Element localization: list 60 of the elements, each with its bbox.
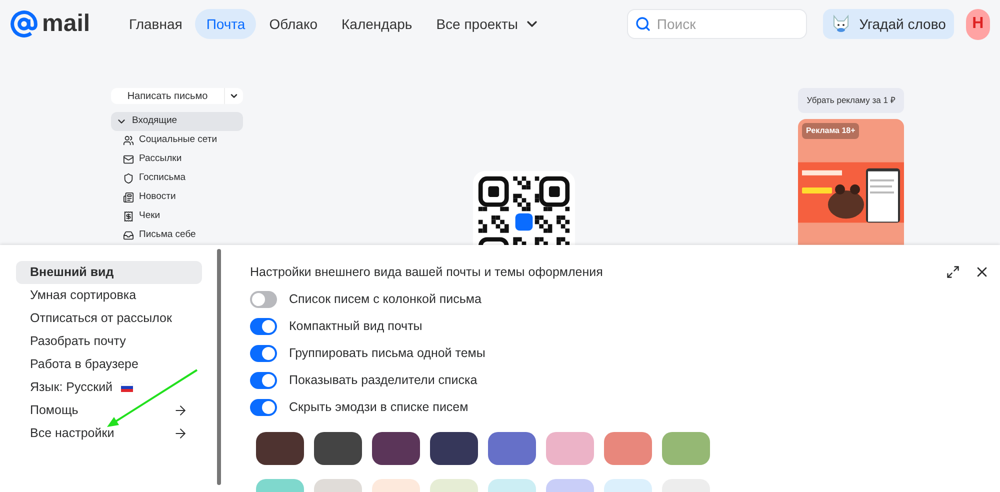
theme-swatch[interactable] — [604, 432, 652, 465]
nav-tab[interactable]: Почта — [195, 9, 256, 39]
toggle-label: Показывать разделители списка — [289, 372, 478, 390]
logo-text: mail — [42, 12, 90, 36]
toggle-label: Скрыть эмодзи в списке писем — [289, 399, 468, 416]
newsletters-folder-icon — [123, 154, 134, 165]
toggle-switch[interactable] — [250, 291, 277, 308]
settings-nav-item[interactable]: Все настройки — [16, 422, 202, 445]
folder-item[interactable]: Социальные сети — [111, 131, 243, 150]
arrow-right-icon — [173, 403, 188, 418]
chevron-down-icon — [229, 91, 239, 101]
toggle-label: Список писем с колонкой письма — [289, 291, 482, 308]
toggle-switch[interactable] — [250, 345, 277, 362]
settings-title: Настройки внешнего вида вашей почты и темы оформления — [250, 264, 603, 281]
search-field[interactable]: Поиск — [626, 9, 808, 39]
nav-tab[interactable]: Календарь — [330, 9, 424, 39]
settings-nav-item[interactable]: Язык: Русский — [16, 376, 202, 399]
folder-item[interactable]: Госписьма — [111, 169, 243, 188]
theme-swatch[interactable] — [314, 432, 362, 465]
folder-item[interactable]: Рассылки — [111, 150, 243, 169]
theme-swatch[interactable] — [430, 432, 478, 465]
folder-item[interactable]: Новости — [111, 188, 243, 207]
theme-swatch[interactable] — [256, 432, 304, 465]
gov-folder-icon — [123, 173, 134, 184]
theme-swatch[interactable] — [662, 432, 710, 465]
arrow-right-icon — [173, 426, 188, 441]
folder-item[interactable]: Входящие — [111, 112, 243, 131]
search-icon — [634, 16, 651, 32]
toggle-switch[interactable] — [250, 318, 277, 336]
receipts-folder-icon — [123, 211, 134, 222]
settings-nav-item[interactable]: Разобрать почту — [16, 330, 202, 353]
settings-nav-item[interactable]: Помощь — [16, 399, 202, 422]
social-folder-icon — [123, 135, 134, 146]
ad-banner[interactable]: Реклама 18+ — [798, 119, 904, 245]
toggle-switch[interactable] — [250, 372, 277, 390]
toggle-label: Компактный вид почты — [289, 318, 422, 336]
at-sign-logo-icon — [10, 10, 38, 38]
expand-icon — [946, 265, 960, 280]
nav-tab[interactable]: Все проекты — [425, 9, 551, 39]
self-folder-icon — [123, 230, 134, 241]
scrollbar[interactable] — [217, 249, 221, 485]
toggle-label: Группировать письма одной темы — [289, 345, 486, 362]
game-button[interactable]: Угадай слово — [823, 9, 954, 39]
dog-icon — [831, 14, 852, 34]
remove-ads-button[interactable]: Убрать рекламу за 1 ₽ — [798, 88, 904, 114]
settings-nav-item[interactable]: Внешний вид — [16, 261, 202, 284]
toggle-switch[interactable] — [250, 399, 277, 416]
settings-nav-item[interactable]: Работа в браузере — [16, 353, 202, 376]
russian-flag-icon — [120, 383, 133, 392]
news-folder-icon — [123, 192, 134, 203]
ad-badge: Реклама 18+ — [802, 123, 860, 140]
theme-swatch[interactable] — [488, 432, 536, 465]
settings-nav-item[interactable]: Отписаться от рассылок — [16, 307, 202, 330]
theme-swatch[interactable] — [546, 432, 594, 465]
folder-item[interactable]: Чеки — [111, 207, 243, 226]
theme-swatch[interactable] — [372, 432, 420, 465]
nav-tab[interactable]: Главная — [118, 9, 194, 39]
nav-tab[interactable]: Облако — [258, 9, 329, 39]
settings-nav-item[interactable]: Умная сортировка — [16, 284, 202, 307]
folder-item[interactable]: Письма себе — [111, 226, 243, 245]
